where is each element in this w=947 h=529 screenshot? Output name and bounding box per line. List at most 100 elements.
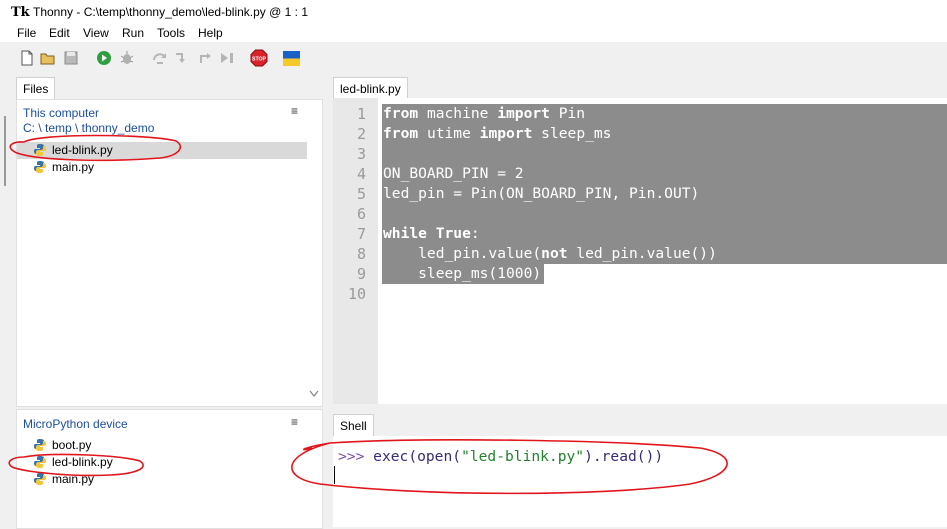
code-line: led_pin = Pin(ON_BOARD_PIN, Pin.OUT) xyxy=(383,185,699,202)
code-line: sleep_ms(1000) xyxy=(383,265,541,282)
micropython-title: MicroPython device xyxy=(23,417,128,431)
menu-view[interactable]: View xyxy=(83,26,109,40)
menu-edit[interactable]: Edit xyxy=(49,26,70,40)
device-file-boot[interactable]: boot.py xyxy=(17,437,307,454)
code-line: from machine import Pin xyxy=(383,105,585,122)
line-number: 3 xyxy=(356,145,366,163)
line-number: 5 xyxy=(356,185,366,203)
debug-icon[interactable] xyxy=(119,50,135,66)
line-number: 10 xyxy=(347,285,366,303)
code-text: machine xyxy=(418,105,498,122)
micropython-panel: MicroPython device ≡ boot.py led-blink.p… xyxy=(16,409,323,529)
micropython-menu-icon[interactable]: ≡ xyxy=(291,415,298,429)
code-text: led_pin = Pin(ON_BOARD_PIN, Pin.OUT) xyxy=(383,185,700,202)
shell-prompt: >>> xyxy=(338,448,365,465)
line-number: 2 xyxy=(356,125,366,143)
code-text: : xyxy=(470,225,480,242)
resume-icon[interactable] xyxy=(219,50,235,66)
line-number-gutter: 1 2 3 4 5 6 7 8 9 10 xyxy=(333,98,378,404)
shell-rest: ).read()) xyxy=(584,448,664,465)
tab-shell[interactable]: Shell xyxy=(333,414,374,437)
shell-paren-2: ( xyxy=(452,448,462,465)
text-cursor xyxy=(334,466,335,484)
menu-bar: File Edit View Run Tools Help xyxy=(0,24,947,42)
line-number: 8 xyxy=(356,245,366,263)
tab-led-blink[interactable]: led-blink.py xyxy=(333,77,408,100)
shell-open: open xyxy=(417,448,453,465)
code-text: Pin xyxy=(549,105,586,122)
this-computer-menu-icon[interactable]: ≡ xyxy=(291,104,298,118)
ukraine-flag-icon xyxy=(283,51,300,66)
device-file-main[interactable]: main.py xyxy=(17,471,307,488)
code-area[interactable]: from machine import Pin from utime import… xyxy=(378,98,947,404)
file-name: main.py xyxy=(52,472,95,486)
code-line: from utime import sleep_ms xyxy=(383,125,611,142)
line-number: 9 xyxy=(356,265,366,283)
file-item-main[interactable]: main.py xyxy=(17,159,307,176)
window-title: Thonny - C:\temp\thonny_demo\led-blink.p… xyxy=(33,5,308,19)
shell-exec: exec xyxy=(373,448,409,465)
this-computer-panel: This computer ≡ C: \ temp \ thonny_demo … xyxy=(16,99,323,407)
this-computer-title: This computer xyxy=(23,106,100,120)
stop-label: STOP xyxy=(252,56,267,62)
line-number: 1 xyxy=(356,105,366,123)
step-over-icon[interactable] xyxy=(152,50,168,66)
menu-help[interactable]: Help xyxy=(198,26,223,40)
code-text: ON_BOARD_PIN = 2 xyxy=(383,165,524,182)
code-text: led_pin.value()) xyxy=(567,245,717,262)
left-edge-marker xyxy=(4,116,6,186)
line-number: 4 xyxy=(356,165,366,183)
selection-highlight xyxy=(382,144,947,164)
python-file-icon xyxy=(34,439,46,451)
scroll-down-icon[interactable] xyxy=(309,390,319,398)
python-file-icon xyxy=(34,161,46,173)
code-line: led_pin.value(not led_pin.value()) xyxy=(383,245,717,262)
left-edge-strip xyxy=(0,76,12,527)
save-icon[interactable] xyxy=(63,50,79,66)
open-folder-icon[interactable] xyxy=(40,50,56,66)
file-name: main.py xyxy=(52,160,95,174)
code-keyword: from xyxy=(383,105,419,122)
menu-tools[interactable]: Tools xyxy=(157,26,185,40)
code-keyword: import xyxy=(479,125,533,142)
code-text: sleep_ms xyxy=(532,125,612,142)
file-item-led-blink[interactable]: led-blink.py xyxy=(17,142,307,159)
toolbar: STOP xyxy=(0,42,947,76)
python-file-icon xyxy=(34,144,46,156)
code-keyword: while xyxy=(383,225,427,242)
code-text: utime xyxy=(418,125,480,142)
shell-paren-1: ( xyxy=(408,448,418,465)
file-name: led-blink.py xyxy=(52,143,113,157)
step-into-icon[interactable] xyxy=(173,50,189,66)
code-text: led_pin.value( xyxy=(383,245,542,262)
file-name: led-blink.py xyxy=(52,455,113,469)
shell-panel[interactable]: >>> exec(open("led-blink.py").read()) xyxy=(333,436,947,527)
line-number: 6 xyxy=(356,205,366,223)
breadcrumb-path[interactable]: C: \ temp \ thonny_demo xyxy=(23,121,154,135)
new-file-icon[interactable] xyxy=(19,50,35,66)
menu-file[interactable]: File xyxy=(17,26,36,40)
menu-run[interactable]: Run xyxy=(122,26,144,40)
code-keyword: True xyxy=(435,225,471,242)
shell-command-line: >>> exec(open("led-blink.py").read()) xyxy=(338,448,663,465)
run-icon[interactable] xyxy=(96,50,112,66)
python-file-icon xyxy=(34,473,46,485)
selection-highlight xyxy=(382,204,947,224)
code-line: while True: xyxy=(383,225,480,242)
code-line: ON_BOARD_PIN = 2 xyxy=(383,165,524,182)
file-name: boot.py xyxy=(52,438,92,452)
code-keyword: from xyxy=(383,125,419,142)
device-file-led-blink[interactable]: led-blink.py xyxy=(17,454,307,471)
shell-string: "led-blink.py" xyxy=(461,448,585,465)
title-bar: Tk Thonny - C:\temp\thonny_demo\led-blin… xyxy=(0,0,947,24)
tab-files[interactable]: Files xyxy=(16,77,56,100)
stop-icon[interactable]: STOP xyxy=(250,49,268,67)
line-number: 7 xyxy=(356,225,366,243)
code-text: sleep_ms(1000) xyxy=(383,265,542,282)
app-icon: Tk xyxy=(11,5,30,20)
code-editor[interactable]: 1 2 3 4 5 6 7 8 9 10 from machine import Pin from … xyxy=(333,98,947,404)
step-out-icon[interactable] xyxy=(197,50,213,66)
python-file-icon xyxy=(34,456,46,468)
code-keyword: import xyxy=(497,105,550,122)
